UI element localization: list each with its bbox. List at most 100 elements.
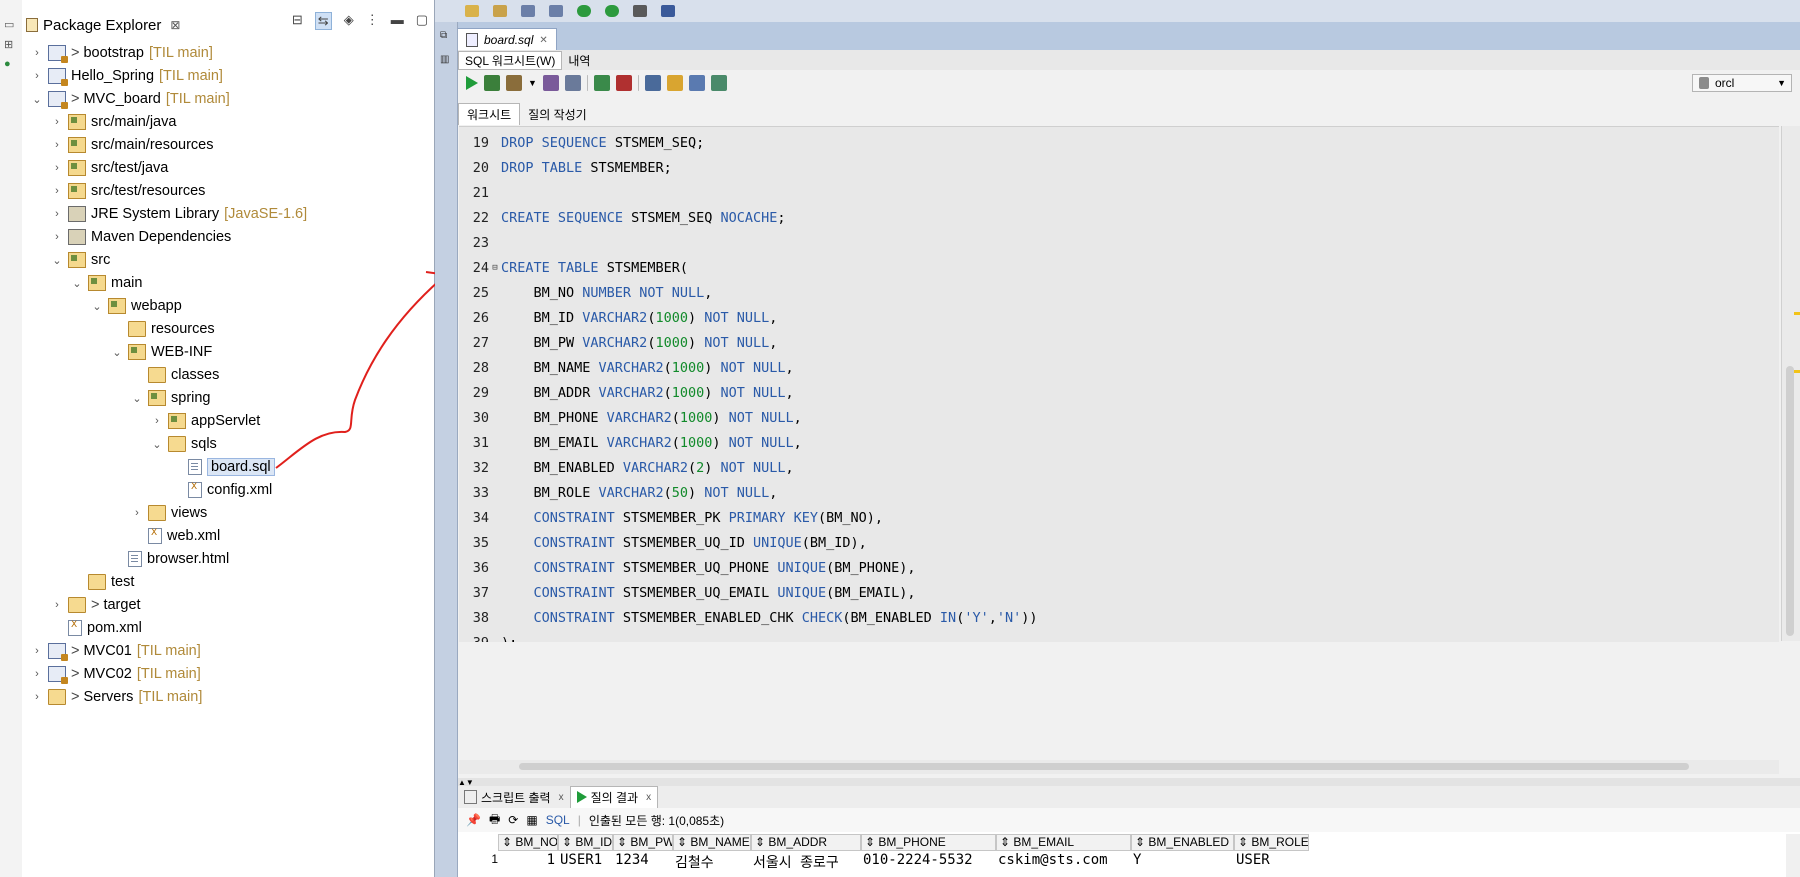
tab-query-builder[interactable]: 질의 작성기 xyxy=(520,104,595,125)
tree-item[interactable]: ⌄ sqls xyxy=(22,433,217,455)
sql-tuning-icon[interactable] xyxy=(564,75,581,91)
tree-item[interactable]: › views xyxy=(22,502,207,524)
chevron-down-icon[interactable]: ⌄ xyxy=(30,93,44,106)
forward-icon[interactable] xyxy=(605,5,619,17)
results-vertical-scrollbar[interactable] xyxy=(1786,834,1800,877)
chevron-right-icon[interactable]: › xyxy=(30,691,44,703)
sql-icon[interactable] xyxy=(633,5,647,17)
column-header[interactable]: ⇕ BM_ID xyxy=(558,834,613,851)
tree-item[interactable]: › > bootstrap [TIL main] xyxy=(22,42,213,64)
filter-icon[interactable]: ◈ xyxy=(344,12,354,30)
chevron-down-icon[interactable]: ⌄ xyxy=(70,277,84,290)
new-file-icon[interactable] xyxy=(465,5,479,17)
code-horizontal-scrollbar[interactable] xyxy=(459,760,1779,774)
code-line[interactable]: 31 BM_EMAIL VARCHAR2(1000) NOT NULL, xyxy=(459,430,1779,455)
chevron-down-icon[interactable]: ⌄ xyxy=(50,254,64,267)
column-header[interactable]: ⇕ BM_PW xyxy=(613,834,673,851)
chevron-right-icon[interactable]: › xyxy=(30,645,44,657)
chevron-right-icon[interactable]: › xyxy=(50,231,64,243)
save-all-icon[interactable] xyxy=(549,5,563,17)
tree-item[interactable]: web.xml xyxy=(22,525,220,547)
code-line[interactable]: 23 xyxy=(459,230,1779,255)
tree-item[interactable]: ⌄ WEB-INF xyxy=(22,341,212,363)
scroll-thumb[interactable] xyxy=(519,763,1689,770)
unshared-sql-icon[interactable] xyxy=(644,75,661,91)
close-tab-icon[interactable]: x xyxy=(559,792,564,803)
code-line[interactable]: 21 xyxy=(459,180,1779,205)
chevron-down-icon[interactable]: ⌄ xyxy=(150,438,164,451)
column-header[interactable]: ⇕ BM_EMAIL xyxy=(996,834,1131,851)
tree-item[interactable]: ⌄ spring xyxy=(22,387,211,409)
chevron-right-icon[interactable]: › xyxy=(150,415,164,427)
table-cell[interactable]: USER1 xyxy=(558,852,613,870)
chevron-right-icon[interactable]: › xyxy=(50,139,64,151)
sql-icon[interactable]: ▦ xyxy=(526,813,537,827)
tab-query-result[interactable]: 질의 결과 x xyxy=(569,785,659,809)
tree-item[interactable]: › Hello_Spring [TIL main] xyxy=(22,65,223,87)
dropdown-icon[interactable]: ▼ xyxy=(528,78,537,88)
format-icon[interactable] xyxy=(710,75,727,91)
tree-item[interactable]: browser.html xyxy=(22,548,229,570)
code-line[interactable]: 20 DROP TABLE STSMEMBER; xyxy=(459,155,1779,180)
code-line[interactable]: 22 CREATE SEQUENCE STSMEM_SEQ NOCACHE; xyxy=(459,205,1779,230)
explain-plan-icon[interactable] xyxy=(542,75,559,91)
column-header[interactable]: ⇕ BM_ROLE xyxy=(1234,834,1309,851)
autotrace-icon[interactable] xyxy=(506,75,522,91)
tree-item[interactable]: › appServlet xyxy=(22,410,260,432)
tree-item[interactable]: › src/test/resources xyxy=(22,180,205,202)
tree-item[interactable]: classes xyxy=(22,364,219,386)
pin-icon[interactable]: 📌 xyxy=(466,813,481,827)
run-statement-icon[interactable] xyxy=(466,76,478,90)
chevron-right-icon[interactable]: › xyxy=(50,116,64,128)
code-line[interactable]: 28 BM_NAME VARCHAR2(1000) NOT NULL, xyxy=(459,355,1779,380)
column-header[interactable]: ⇕ BM_NAME xyxy=(673,834,751,851)
chevron-right-icon[interactable]: › xyxy=(50,162,64,174)
code-line[interactable]: 27 BM_PW VARCHAR2(1000) NOT NULL, xyxy=(459,330,1779,355)
code-line[interactable]: 25 BM_NO NUMBER NOT NULL, xyxy=(459,280,1779,305)
code-line[interactable]: 38 CONSTRAINT STSMEMBER_ENABLED_CHK CHEC… xyxy=(459,605,1779,630)
code-line[interactable]: 33 BM_ROLE VARCHAR2(50) NOT NULL, xyxy=(459,480,1779,505)
rollback-icon[interactable] xyxy=(615,75,632,91)
scroll-thumb[interactable] xyxy=(1786,366,1794,636)
table-cell[interactable]: 김철수 xyxy=(673,852,751,870)
sql-history-icon[interactable] xyxy=(688,75,705,91)
code-line[interactable]: 36 CONSTRAINT STSMEMBER_UQ_PHONE UNIQUE(… xyxy=(459,555,1779,580)
print-icon[interactable]: 🖶 xyxy=(489,810,500,831)
view-menu-icon[interactable]: ⋮ xyxy=(366,12,379,30)
column-header[interactable]: ⇕ BM_NO xyxy=(498,834,558,851)
table-cell[interactable]: Y xyxy=(1131,852,1234,870)
code-line[interactable]: 39); xyxy=(459,630,1779,643)
tree-item[interactable]: test xyxy=(22,571,134,593)
code-line[interactable]: 32 BM_ENABLED VARCHAR2(2) NOT NULL, xyxy=(459,455,1779,480)
close-tab-icon[interactable]: x xyxy=(646,792,651,803)
chevron-right-icon[interactable]: › xyxy=(30,668,44,680)
tree-item[interactable]: ⌄ src xyxy=(22,249,110,271)
open-icon[interactable] xyxy=(493,5,507,17)
code-line[interactable]: 19 DROP SEQUENCE STSMEM_SEQ; xyxy=(459,130,1779,155)
connections-icon[interactable] xyxy=(661,5,675,17)
package-explorer-tab[interactable]: Package Explorer ⊠ xyxy=(26,12,180,38)
tree-item[interactable]: ⌄ webapp xyxy=(22,295,182,317)
code-line[interactable]: 30 BM_PHONE VARCHAR2(1000) NOT NULL, xyxy=(459,405,1779,430)
minimize-view-icon[interactable]: ▬ xyxy=(391,12,404,30)
refresh-icon[interactable]: ⟳ xyxy=(508,813,518,827)
collapse-all-icon[interactable]: ⊟ xyxy=(292,12,303,30)
tree-item[interactable]: resources xyxy=(22,318,215,340)
code-line[interactable]: 35 CONSTRAINT STSMEMBER_UQ_ID UNIQUE(BM_… xyxy=(459,530,1779,555)
column-header[interactable]: ⇕ BM_PHONE xyxy=(861,834,996,851)
back-icon[interactable] xyxy=(577,5,591,17)
chevron-down-icon[interactable]: ⌄ xyxy=(110,346,124,359)
tree-item[interactable]: › src/test/java xyxy=(22,157,168,179)
tree-item[interactable]: › src/main/java xyxy=(22,111,176,133)
save-icon[interactable] xyxy=(521,5,535,17)
table-cell[interactable]: USER xyxy=(1234,852,1309,870)
code-editor[interactable]: 19 DROP SEQUENCE STSMEM_SEQ; 20 DROP TABLE … xyxy=(459,126,1779,642)
tree-item[interactable]: › src/main/resources xyxy=(22,134,213,156)
chevron-right-icon[interactable]: › xyxy=(30,47,44,59)
results-grid[interactable]: ⇕ BM_NO ⇕ BM_ID ⇕ BM_PW ⇕ BM_NAME ⇕ BM_ADDR ⇕… xyxy=(458,834,1800,877)
tree-item[interactable]: config.xml xyxy=(22,479,272,501)
tab-history[interactable]: 내역 xyxy=(562,52,596,69)
run-script-icon[interactable] xyxy=(484,75,500,91)
tree-item[interactable]: › > Servers [TIL main] xyxy=(22,686,202,708)
tree-item[interactable]: pom.xml xyxy=(22,617,142,639)
